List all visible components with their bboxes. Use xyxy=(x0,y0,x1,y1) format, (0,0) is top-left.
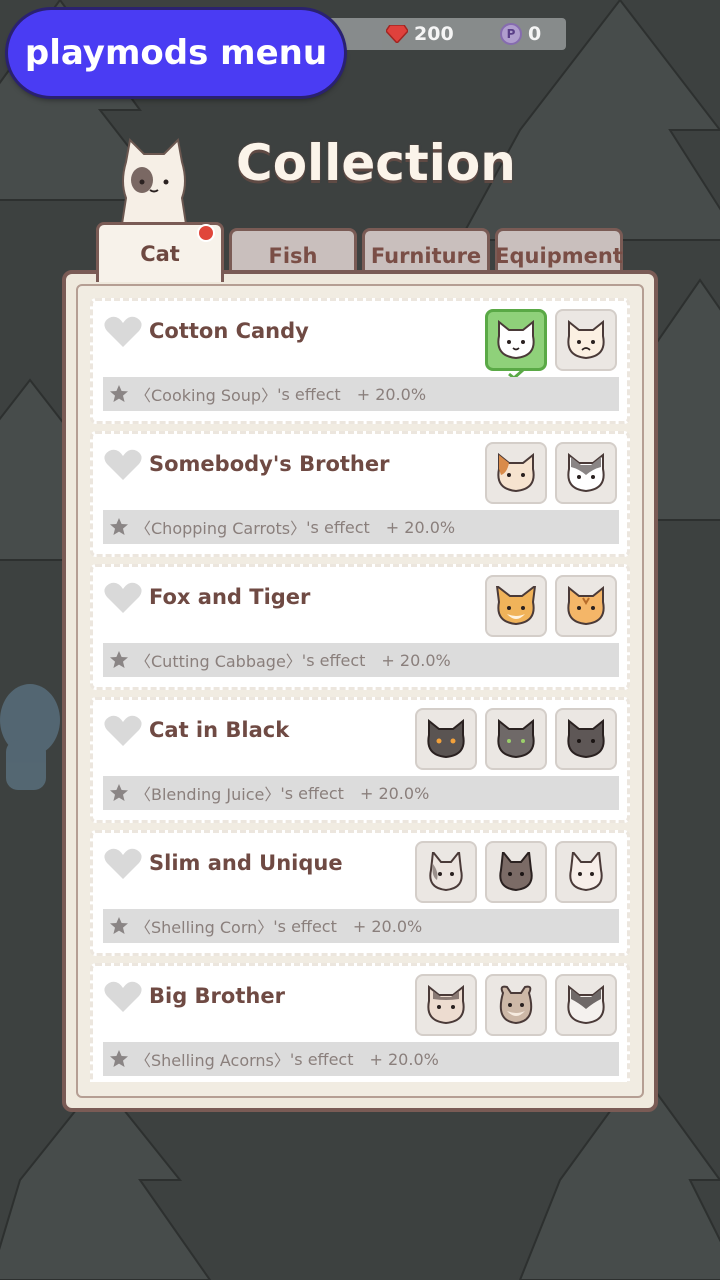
effect-row: 〈Chopping Carrots〉 's effect + 20.0% xyxy=(103,510,619,544)
cat-slot[interactable] xyxy=(485,841,547,903)
gem-count: 200 xyxy=(414,23,454,45)
cat-slot[interactable] xyxy=(555,974,617,1036)
tabby-cat-face-icon xyxy=(427,985,465,1025)
effect-bonus: + 20.0% xyxy=(359,783,430,803)
dark-gray-cat-face-icon xyxy=(497,719,535,759)
heart-icon[interactable] xyxy=(103,847,143,881)
effect-suffix: 's effect xyxy=(277,384,341,404)
page-title: Collection xyxy=(236,134,516,192)
star-icon xyxy=(110,518,128,535)
tiger-cat-face-icon xyxy=(567,586,605,626)
patched-cat-face-icon xyxy=(429,852,463,892)
card-title: Cotton Candy xyxy=(149,319,309,343)
effect-suffix: 's effect xyxy=(306,517,370,537)
collection-card[interactable]: Big Brother 〈Shelling Acorns〉 's effect … xyxy=(90,963,630,1082)
effect-row: 〈Cutting Cabbage〉 's effect + 20.0% xyxy=(103,643,619,677)
effect-name: 〈Chopping Carrots〉 xyxy=(135,519,307,538)
effect-row: 〈Cooking Soup〉 's effect + 20.0% xyxy=(103,377,619,411)
gem-counter: 200 xyxy=(386,18,454,50)
effect-name: 〈Shelling Acorns〉 xyxy=(135,1051,290,1070)
white-cat-face-icon xyxy=(497,320,535,360)
effect-bonus: + 20.0% xyxy=(352,916,423,936)
star-icon xyxy=(110,651,128,668)
effect-suffix: 's effect xyxy=(280,783,344,803)
cat-slot[interactable] xyxy=(485,442,547,504)
cat-slot[interactable] xyxy=(415,974,477,1036)
card-title: Somebody's Brother xyxy=(149,452,390,476)
ruby-gem-icon xyxy=(386,25,408,43)
point-counter: P 0 xyxy=(500,18,541,50)
heart-icon[interactable] xyxy=(103,315,143,349)
brown-cat-face-icon xyxy=(499,852,533,892)
cream-cat-face-icon xyxy=(567,320,605,360)
effect-bonus: + 20.0% xyxy=(356,384,427,404)
star-icon xyxy=(110,784,128,801)
heart-icon[interactable] xyxy=(103,714,143,748)
cat-slot[interactable] xyxy=(485,575,547,637)
cat-mascot-icon xyxy=(120,138,188,224)
collection-card[interactable]: Cat in Black 〈Blending Juice〉 's effect … xyxy=(90,697,630,823)
cat-slot[interactable] xyxy=(415,708,477,770)
effect-name: 〈Cutting Cabbage〉 xyxy=(135,652,302,671)
heart-icon[interactable] xyxy=(103,980,143,1014)
effect-bonus: + 20.0% xyxy=(369,1049,439,1069)
cat-slot-owned[interactable] xyxy=(485,309,547,380)
gray-white-cat-face-icon xyxy=(567,453,605,493)
effect-bonus: + 20.0% xyxy=(385,517,456,537)
collection-card[interactable]: Somebody's Brother 〈Chopping Carrots〉 's… xyxy=(90,431,630,557)
tab-fish-label: Fish xyxy=(268,243,318,268)
effect-bonus: + 20.0% xyxy=(381,650,451,670)
charcoal-cat-face-icon xyxy=(567,719,605,759)
heart-icon[interactable] xyxy=(103,448,143,482)
effect-suffix: 's effect xyxy=(301,650,366,670)
card-title: Cat in Black xyxy=(149,718,290,742)
collection-card[interactable]: Fox and Tiger 〈Cutting Cabbage〉 's effec… xyxy=(90,564,630,690)
cat-slot[interactable] xyxy=(555,309,617,371)
collection-card[interactable]: Slim and Unique 〈Shelling Corn〉 's effec… xyxy=(90,830,630,956)
playmods-menu-button[interactable]: playmods menu xyxy=(8,10,344,96)
collection-card[interactable]: Cotton Candy 〈Cooking Soup〉 's effect + … xyxy=(90,298,630,424)
heart-icon[interactable] xyxy=(103,581,143,615)
tab-equipment-label: Equipment xyxy=(495,243,623,268)
cat-slot[interactable] xyxy=(555,442,617,504)
card-title: Fox and Tiger xyxy=(149,585,311,609)
card-title: Big Brother xyxy=(149,984,285,1008)
effect-row: 〈Shelling Corn〉 's effect + 20.0% xyxy=(103,909,619,943)
star-icon xyxy=(110,385,128,402)
card-title: Slim and Unique xyxy=(149,851,343,875)
effect-name: 〈Cooking Soup〉 xyxy=(135,386,278,405)
tab-cat-label: Cat xyxy=(140,241,180,266)
fox-cat-face-icon xyxy=(495,586,537,626)
effect-suffix: 's effect xyxy=(273,916,337,936)
effect-row: 〈Shelling Acorns〉 's effect + 20.0% xyxy=(103,1042,619,1076)
tab-furniture-label: Furniture xyxy=(370,243,482,268)
notification-dot-icon xyxy=(197,224,215,242)
effect-row: 〈Blending Juice〉 's effect + 20.0% xyxy=(103,776,619,810)
black-cat-face-icon xyxy=(427,719,465,759)
point-count: 0 xyxy=(528,23,542,45)
collection-list[interactable]: Cotton Candy 〈Cooking Soup〉 's effect + … xyxy=(90,298,630,1082)
cat-slot[interactable] xyxy=(555,708,617,770)
cat-slot[interactable] xyxy=(485,974,547,1036)
star-icon xyxy=(110,917,128,934)
masked-cat-face-icon xyxy=(567,985,605,1025)
calico-cat-face-icon xyxy=(497,453,535,493)
cat-slot[interactable] xyxy=(485,708,547,770)
effect-name: 〈Shelling Corn〉 xyxy=(135,918,274,937)
pale-cat-face-icon xyxy=(569,852,603,892)
effect-suffix: 's effect xyxy=(289,1049,354,1069)
cat-slot[interactable] xyxy=(415,841,477,903)
cat-slot[interactable] xyxy=(555,575,617,637)
cat-slot[interactable] xyxy=(555,841,617,903)
mole-cat-face-icon xyxy=(499,985,533,1025)
point-coin-icon: P xyxy=(500,23,522,45)
effect-name: 〈Blending Juice〉 xyxy=(135,785,281,804)
tab-cat[interactable]: Cat xyxy=(96,222,224,282)
star-icon xyxy=(110,1050,128,1067)
